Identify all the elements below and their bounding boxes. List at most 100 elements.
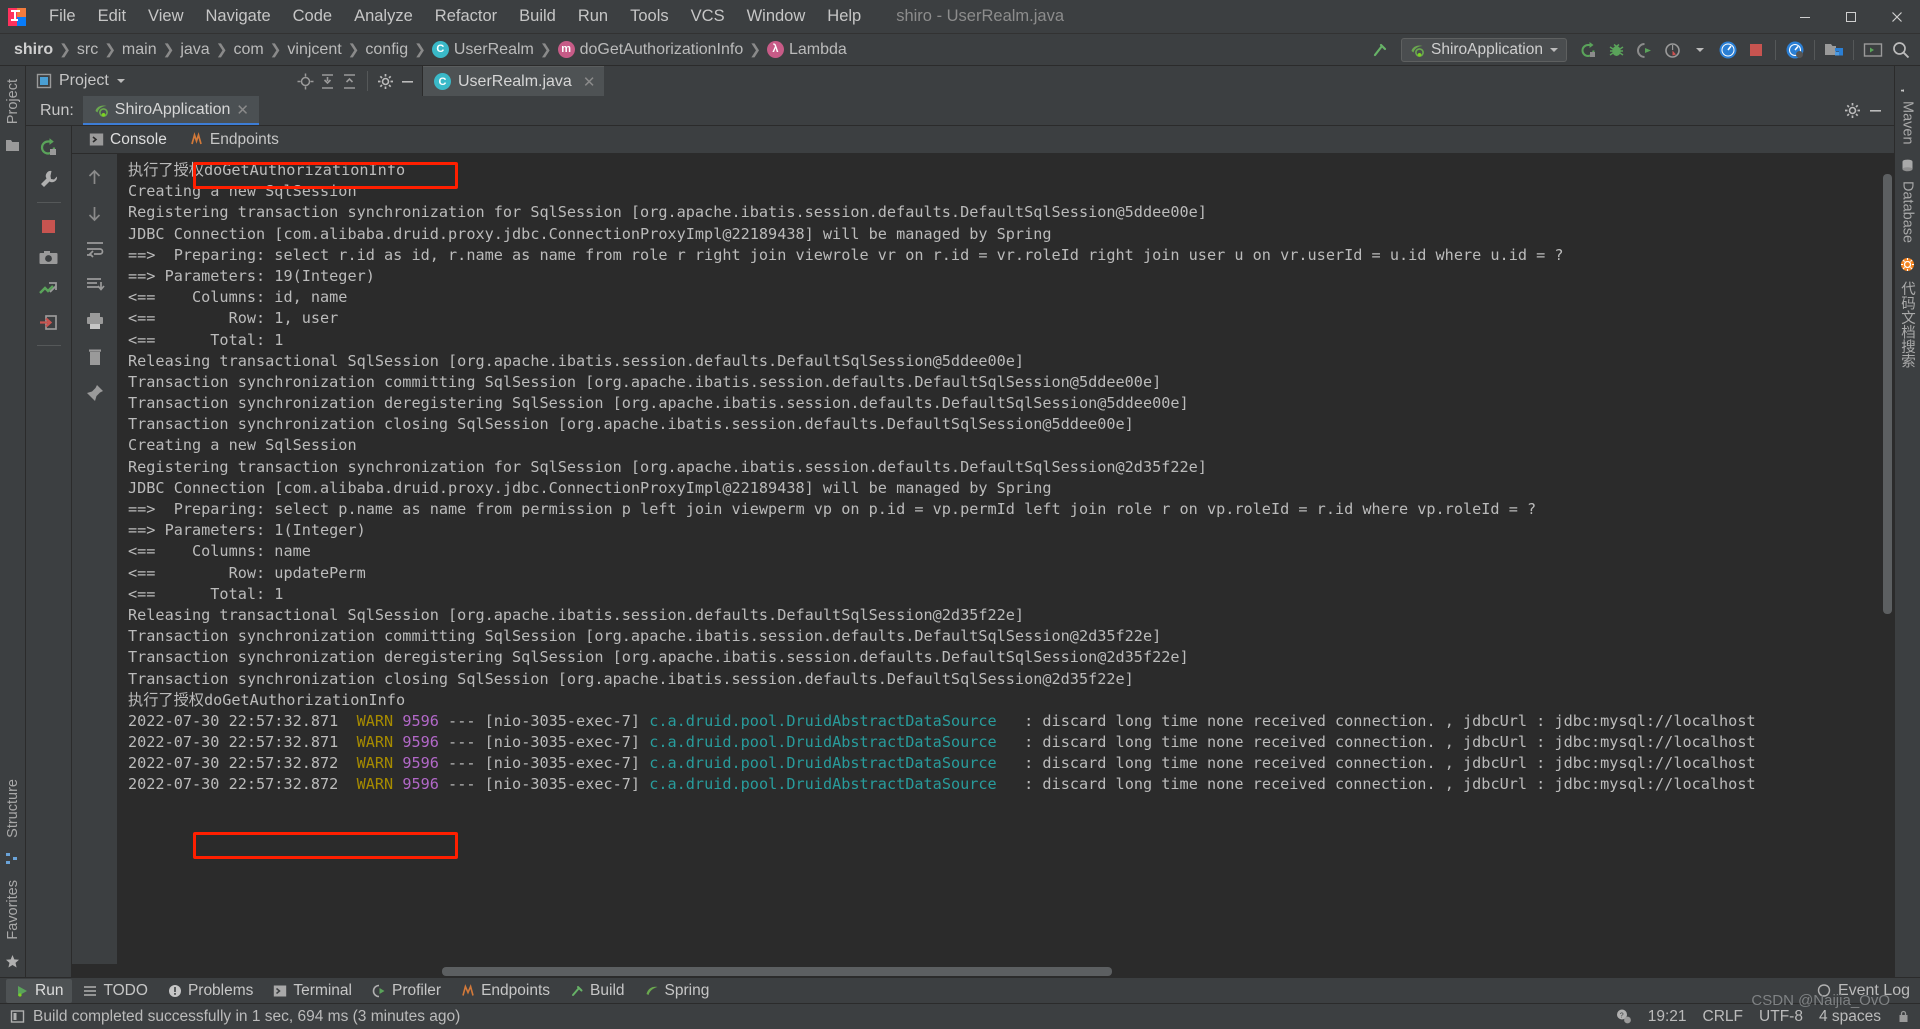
rerun-icon[interactable] [34,132,64,162]
project-structure-icon[interactable] [1821,37,1847,63]
bottom-tab-build[interactable]: Build [561,979,633,1003]
breadcrumb-item-project[interactable]: shiro [10,40,57,60]
structure-icon[interactable] [5,851,20,866]
project-files-icon[interactable] [5,138,20,153]
sidebar-item-structure[interactable]: Structure [1,772,25,845]
bottom-tab-todo[interactable]: TODO [74,979,157,1003]
close-button[interactable] [1874,0,1920,34]
menu-item-code[interactable]: Code [282,3,343,30]
run-tab-shiroapplication[interactable]: ShiroApplication ✕ [82,96,259,125]
collapse-all-icon[interactable] [341,73,358,90]
terminal-icon[interactable] [1860,37,1886,63]
console-output[interactable]: 执行了授权doGetAuthorizationInfo Creating a ne… [118,154,1881,964]
bottom-tab-spring[interactable]: Spring [636,979,719,1003]
print-icon[interactable] [80,306,110,336]
status-indent[interactable]: 4 spaces [1819,1008,1881,1026]
export-icon[interactable] [34,307,64,337]
close-icon[interactable]: ✕ [236,101,249,119]
build-hammer-icon[interactable] [1367,37,1393,63]
hide-panel-icon[interactable] [1867,102,1884,119]
thread-dump-icon[interactable] [34,275,64,305]
lock-icon[interactable] [1897,1010,1910,1024]
breadcrumb-item-vinjcent[interactable]: vinjcent [283,40,345,60]
breadcrumb-item-dogetauthorizationinfo[interactable]: m doGetAuthorizationInfo [554,40,748,60]
run-with-coverage-icon[interactable] [1631,37,1657,63]
rerun-icon[interactable] [1575,37,1601,63]
lambda-icon: λ [766,40,784,58]
spring-boot-dashboard-icon[interactable] [1715,37,1741,63]
sidebar-item-code-doc-search[interactable]: 代码文档搜索 [1893,250,1920,375]
status-bar: Build completed successfully in 1 sec, 6… [0,1003,1920,1029]
inspection-gear-icon[interactable]: ? [1615,1008,1632,1025]
run-configuration-selector[interactable]: ShiroApplication [1400,38,1567,62]
stop-icon[interactable] [1743,37,1769,63]
scrollbar-thumb[interactable] [442,967,1112,976]
locate-icon[interactable] [297,73,314,90]
gear-icon[interactable] [1844,102,1861,119]
sidebar-item-maven[interactable]: m Maven [1896,72,1920,152]
scrollbar-thumb[interactable] [1883,174,1892,614]
chevron-down-icon[interactable] [1687,37,1713,63]
editor-tab-userrealm[interactable]: C UserRealm.java ✕ [423,66,605,96]
bottom-tab-endpoints[interactable]: Endpoints [452,979,559,1003]
chevron-down-icon[interactable] [116,76,126,86]
menu-item-analyze[interactable]: Analyze [343,3,424,30]
scroll-to-end-icon[interactable] [80,270,110,300]
menu-item-vcs[interactable]: VCS [680,3,736,30]
console-vertical-scrollbar[interactable] [1881,154,1894,964]
status-encoding[interactable]: UTF-8 [1759,1008,1803,1026]
bottom-tab-run[interactable]: Run [6,978,73,1003]
maximize-button[interactable] [1828,0,1874,34]
pin-icon[interactable] [80,378,110,408]
run-window-label: Run: [40,101,74,119]
status-line-separator[interactable]: CRLF [1703,1008,1743,1026]
menu-item-help[interactable]: Help [816,3,872,30]
stop-icon[interactable] [34,211,64,241]
minimize-button[interactable] [1782,0,1828,34]
menu-item-build[interactable]: Build [508,3,567,30]
breadcrumb-item-main[interactable]: main [118,40,161,60]
breadcrumb-item-userrealm[interactable]: C UserRealm [428,40,538,60]
class-icon: C [431,40,449,58]
updater-icon[interactable] [1782,37,1808,63]
menu-item-refactor[interactable]: Refactor [424,3,508,30]
menu-item-file[interactable]: File [38,3,87,30]
wrench-icon[interactable] [34,164,64,194]
console-horizontal-scrollbar[interactable] [72,964,1894,977]
scroll-down-icon[interactable] [80,198,110,228]
menu-item-view[interactable]: View [137,3,194,30]
favorites-star-icon[interactable] [5,954,20,969]
build-status-icon [10,1009,25,1024]
close-icon[interactable]: ✕ [583,73,596,91]
sidebar-item-database[interactable]: Database [1896,152,1920,250]
menu-item-edit[interactable]: Edit [87,3,137,30]
soft-wrap-icon[interactable] [80,234,110,264]
menu-item-window[interactable]: Window [736,3,817,30]
expand-all-icon[interactable] [319,73,336,90]
scroll-up-icon[interactable] [80,162,110,192]
bottom-tab-terminal[interactable]: Terminal [264,979,361,1003]
debug-icon[interactable] [1603,37,1629,63]
breadcrumb-item-src[interactable]: src [73,40,102,60]
bottom-tab-profiler[interactable]: Profiler [363,979,450,1003]
profiler-icon[interactable] [1659,37,1685,63]
breadcrumb-item-java[interactable]: java [176,40,213,60]
menu-item-navigate[interactable]: Navigate [195,3,282,30]
breadcrumb-item-com[interactable]: com [229,40,267,60]
trash-icon[interactable] [80,342,110,372]
menu-bar: File Edit View Navigate Code Analyze Ref… [34,3,872,30]
search-everywhere-icon[interactable] [1888,37,1914,63]
bottom-tab-problems[interactable]: Problems [159,979,262,1003]
gear-icon[interactable] [377,73,394,90]
console-tab-endpoints[interactable]: Endpoints [180,128,288,152]
menu-item-run[interactable]: Run [567,3,619,30]
camera-icon[interactable] [34,243,64,273]
breadcrumb-item-config[interactable]: config [361,40,412,60]
console-tab-console[interactable]: Console [80,128,176,152]
hide-panel-icon[interactable] [399,73,416,90]
sidebar-item-project[interactable]: Project [1,72,25,131]
breadcrumb-item-lambda[interactable]: λ Lambda [763,40,851,60]
sidebar-item-favorites[interactable]: Favorites [1,873,25,947]
menu-item-tools[interactable]: Tools [619,3,680,30]
event-log-label[interactable]: Event Log [1838,982,1910,1000]
